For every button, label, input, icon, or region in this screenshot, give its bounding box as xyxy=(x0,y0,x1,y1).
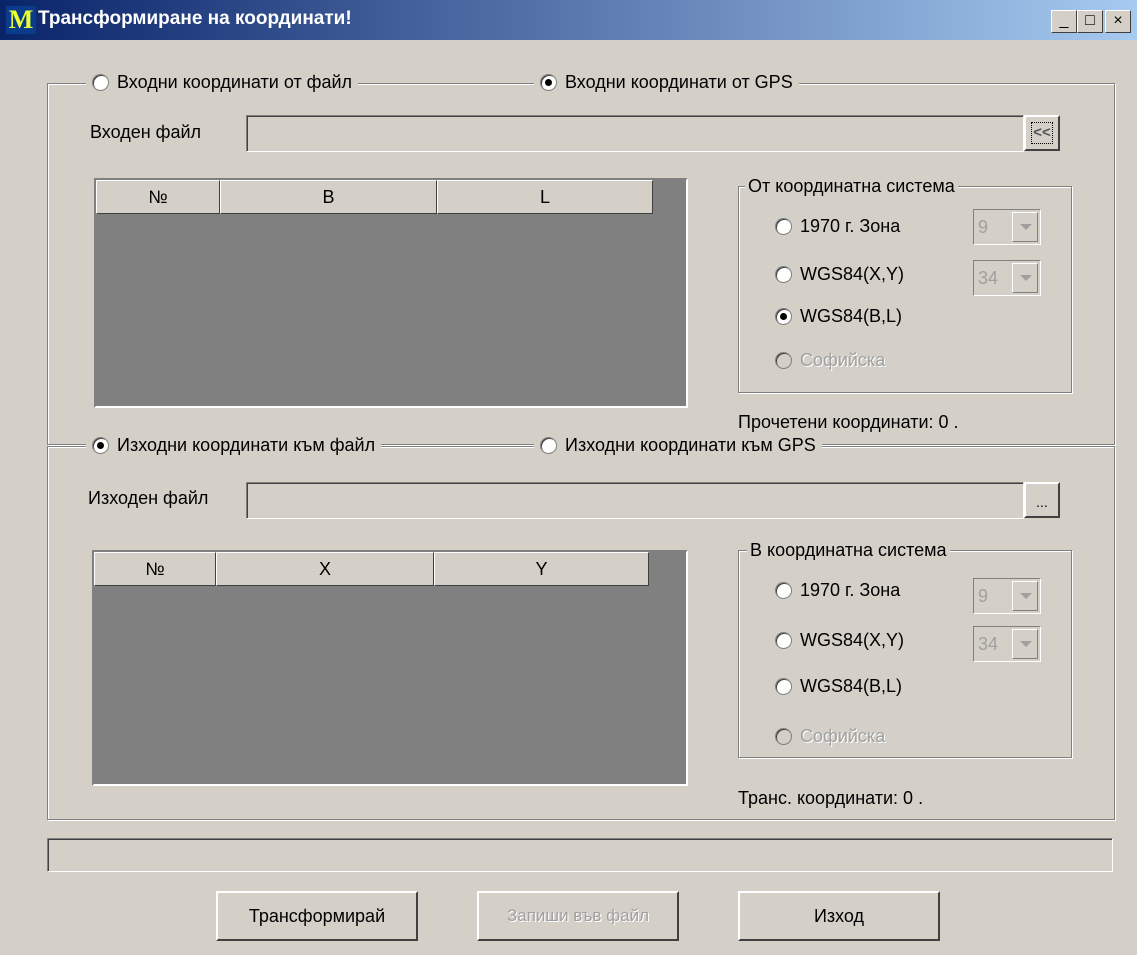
radio-dot-icon xyxy=(780,313,787,320)
from-zone-value: 9 xyxy=(978,217,989,237)
to-1970-label: 1970 г. Зона xyxy=(800,580,901,600)
chevron-down-icon[interactable] xyxy=(1012,629,1038,659)
to-wgs84xy-option[interactable]: WGS84(X,Y) xyxy=(775,630,904,651)
from-sofia-label: Софийска xyxy=(800,350,886,370)
input-col-b[interactable]: B xyxy=(220,180,437,214)
progress-bar xyxy=(47,838,1113,872)
output-browse-button[interactable]: ... xyxy=(1024,482,1060,518)
output-file-field[interactable] xyxy=(246,482,1024,519)
from-wgs84xy-label: WGS84(X,Y) xyxy=(800,264,905,284)
to-wgs84xy-label: WGS84(X,Y) xyxy=(800,630,905,650)
from-1970-radio[interactable] xyxy=(775,218,792,235)
chevron-down-icon[interactable] xyxy=(1012,581,1038,611)
from-sofia-radio xyxy=(775,352,792,369)
exit-button[interactable]: Изход xyxy=(738,891,940,941)
from-wgs84xy-option[interactable]: WGS84(X,Y) xyxy=(775,264,904,285)
source-gps-label: Входни координати от GPS xyxy=(565,71,793,92)
chevron-down-icon[interactable] xyxy=(1012,263,1038,293)
to-utm-zone-select[interactable]: 34 xyxy=(973,626,1041,662)
input-col-number[interactable]: № xyxy=(96,180,220,214)
dest-file-label: Изходни координати към файл xyxy=(117,434,376,455)
from-wgs84bl-radio[interactable] xyxy=(775,308,792,325)
to-wgs84bl-option[interactable]: WGS84(B,L) xyxy=(775,676,902,697)
from-system-title: От координатна система xyxy=(745,176,958,197)
from-wgs84bl-option[interactable]: WGS84(B,L) xyxy=(775,306,902,327)
to-sofia-radio xyxy=(775,728,792,745)
output-table[interactable]: № X Y xyxy=(92,550,688,786)
from-utm-zone-select[interactable]: 34 xyxy=(973,260,1041,296)
dest-gps-radio[interactable] xyxy=(540,436,557,454)
input-table[interactable]: № B L xyxy=(94,178,688,408)
browse-arrows-icon: << xyxy=(1031,122,1053,144)
to-wgs84bl-radio[interactable] xyxy=(775,678,792,695)
to-1970-radio[interactable] xyxy=(775,582,792,599)
save-to-file-button: Запиши във файл xyxy=(477,891,679,941)
input-file-field[interactable] xyxy=(246,115,1024,152)
to-1970-option[interactable]: 1970 г. Зона xyxy=(775,580,900,601)
output-file-label: Изходен файл xyxy=(88,488,209,508)
to-sofia-label: Софийска xyxy=(800,726,886,746)
dest-gps-option[interactable]: Изходни координати към GPS xyxy=(534,433,822,457)
transformed-count-text: Транс. координати: 0 . xyxy=(738,788,924,808)
to-wgs84bl-label: WGS84(B,L) xyxy=(800,676,903,696)
source-file-radio[interactable] xyxy=(92,73,109,91)
from-1970-label: 1970 г. Зона xyxy=(800,216,901,236)
from-1970-option[interactable]: 1970 г. Зона xyxy=(775,216,900,237)
output-col-y[interactable]: Y xyxy=(434,552,649,586)
source-file-option[interactable]: Входни координати от файл xyxy=(86,70,359,94)
from-utm-zone-value: 34 xyxy=(978,268,999,288)
output-col-x[interactable]: X xyxy=(216,552,434,586)
output-col-number[interactable]: № xyxy=(94,552,216,586)
chevron-down-icon[interactable] xyxy=(1012,212,1038,242)
dest-file-radio[interactable] xyxy=(92,436,109,454)
to-system-title: В координатна система xyxy=(747,540,950,561)
source-gps-radio[interactable] xyxy=(540,73,557,91)
read-count-text: Прочетени координати: 0 . xyxy=(738,412,959,432)
app-logo-icon: M xyxy=(6,6,36,34)
dest-file-option[interactable]: Изходни координати към файл xyxy=(86,433,382,457)
to-sofia-option: Софийска xyxy=(775,726,885,747)
source-gps-option[interactable]: Входни координати от GPS xyxy=(534,70,799,94)
radio-dot-icon xyxy=(545,78,552,86)
dest-gps-label: Изходни координати към GPS xyxy=(565,434,816,455)
minimize-button[interactable]: _ xyxy=(1051,10,1077,33)
to-zone-select[interactable]: 9 xyxy=(973,578,1041,614)
from-zone-select[interactable]: 9 xyxy=(973,209,1041,245)
radio-dot-icon xyxy=(97,441,104,449)
close-button[interactable]: × xyxy=(1105,10,1131,33)
input-browse-button[interactable]: << xyxy=(1024,115,1060,151)
to-wgs84xy-radio[interactable] xyxy=(775,632,792,649)
to-zone-value: 9 xyxy=(978,586,989,606)
from-sofia-option: Софийска xyxy=(775,350,885,371)
from-wgs84xy-radio[interactable] xyxy=(775,266,792,283)
window-title: Трансформиране на координати! xyxy=(38,8,352,29)
from-wgs84bl-label: WGS84(B,L) xyxy=(800,306,903,326)
transform-button[interactable]: Трансформирай xyxy=(216,891,418,941)
input-col-l[interactable]: L xyxy=(437,180,653,214)
maximize-button[interactable]: □ xyxy=(1077,10,1103,33)
to-utm-zone-value: 34 xyxy=(978,634,999,654)
input-file-label: Входен файл xyxy=(90,122,202,142)
source-file-label: Входни координати от файл xyxy=(117,71,353,92)
